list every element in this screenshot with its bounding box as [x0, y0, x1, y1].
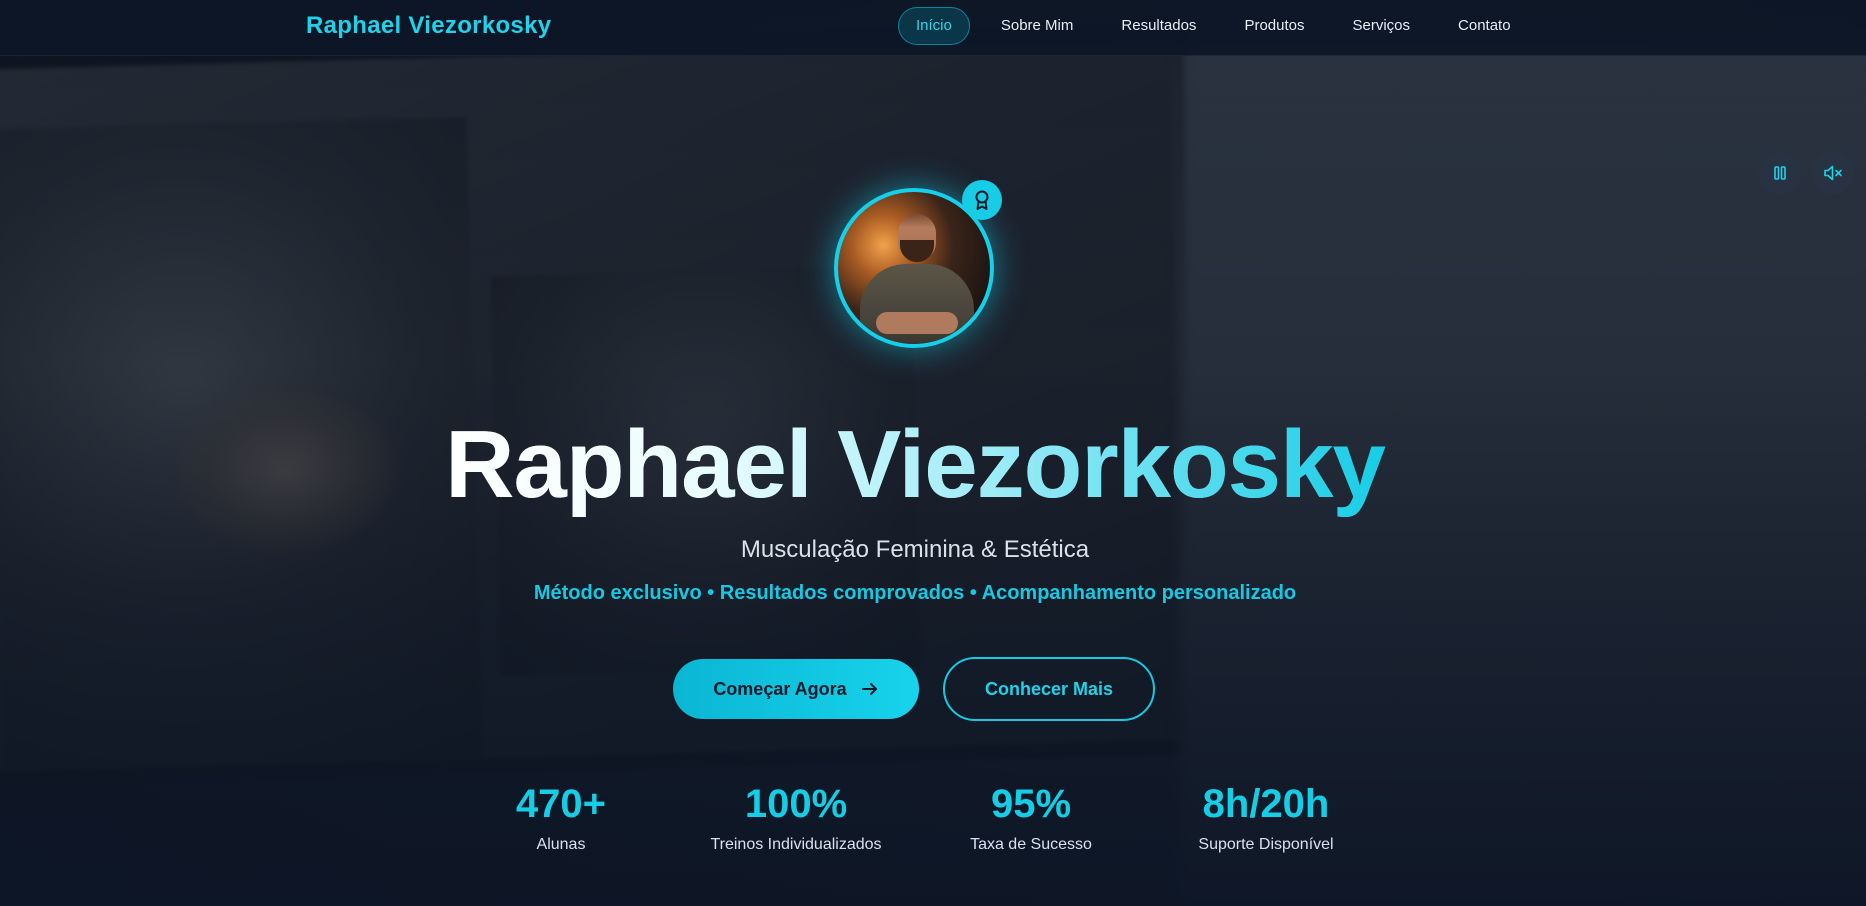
- hero-subtitle: Musculação Feminina & Estética: [740, 536, 1090, 563]
- brand-logo[interactable]: Raphael Viezorkosky: [306, 12, 551, 40]
- award-icon: [975, 190, 989, 210]
- stat-sucesso: 95% Taxa de Sucesso: [951, 780, 1111, 854]
- stat-alunas: 470+ Alunas: [501, 780, 621, 854]
- arrow-right-icon: [861, 683, 877, 695]
- hero-section: Raphael Viezorkosky Musculação Feminina …: [0, 0, 1866, 906]
- mute-video-button[interactable]: [1812, 152, 1854, 194]
- stat-suporte: 8h/20h Suporte Disponível: [1186, 780, 1346, 854]
- start-now-label: Começar Agora: [713, 678, 847, 699]
- nav-item-contato[interactable]: Contato: [1441, 7, 1528, 45]
- nav-links: Início Sobre Mim Resultados Produtos Ser…: [898, 7, 1542, 45]
- stat-value: 8h/20h: [1202, 782, 1330, 826]
- nav-item-inicio[interactable]: Início: [898, 7, 970, 45]
- avatar-arms: [876, 312, 958, 334]
- stat-label: Suporte Disponível: [1198, 836, 1334, 853]
- profile-avatar-wrapper: [834, 180, 1002, 348]
- start-now-button[interactable]: Começar Agora: [673, 659, 919, 719]
- learn-more-label: Conhecer Mais: [984, 678, 1114, 699]
- stat-value: 95%: [990, 782, 1072, 826]
- stat-treinos: 100% Treinos Individualizados: [695, 780, 897, 854]
- avatar-beard: [900, 240, 934, 262]
- nav-item-produtos[interactable]: Produtos: [1227, 7, 1321, 45]
- volume-mute-icon: [1824, 165, 1842, 181]
- pause-video-button[interactable]: [1759, 152, 1801, 194]
- stat-label: Alunas: [536, 836, 586, 853]
- stat-value: 470+: [515, 782, 607, 826]
- top-navbar: Raphael Viezorkosky Início Sobre Mim Res…: [0, 0, 1866, 56]
- nav-item-servicos[interactable]: Serviços: [1335, 7, 1427, 45]
- pause-icon: [1774, 166, 1786, 180]
- nav-item-resultados[interactable]: Resultados: [1104, 7, 1213, 45]
- avatar-body: [860, 264, 974, 344]
- hero-title-text: Raphael Viezorkosky: [445, 411, 1386, 518]
- stat-label: Treinos Individualizados: [710, 836, 882, 853]
- nav-item-sobre-mim[interactable]: Sobre Mim: [984, 7, 1091, 45]
- hero-title: Raphael Viezorkosky: [0, 410, 1830, 520]
- award-badge: [962, 180, 1002, 220]
- hero-tagline: Método exclusivo • Resultados comprovado…: [533, 582, 1297, 604]
- stat-label: Taxa de Sucesso: [970, 836, 1092, 853]
- learn-more-button[interactable]: Conhecer Mais: [943, 657, 1155, 721]
- stat-value: 100%: [744, 782, 848, 826]
